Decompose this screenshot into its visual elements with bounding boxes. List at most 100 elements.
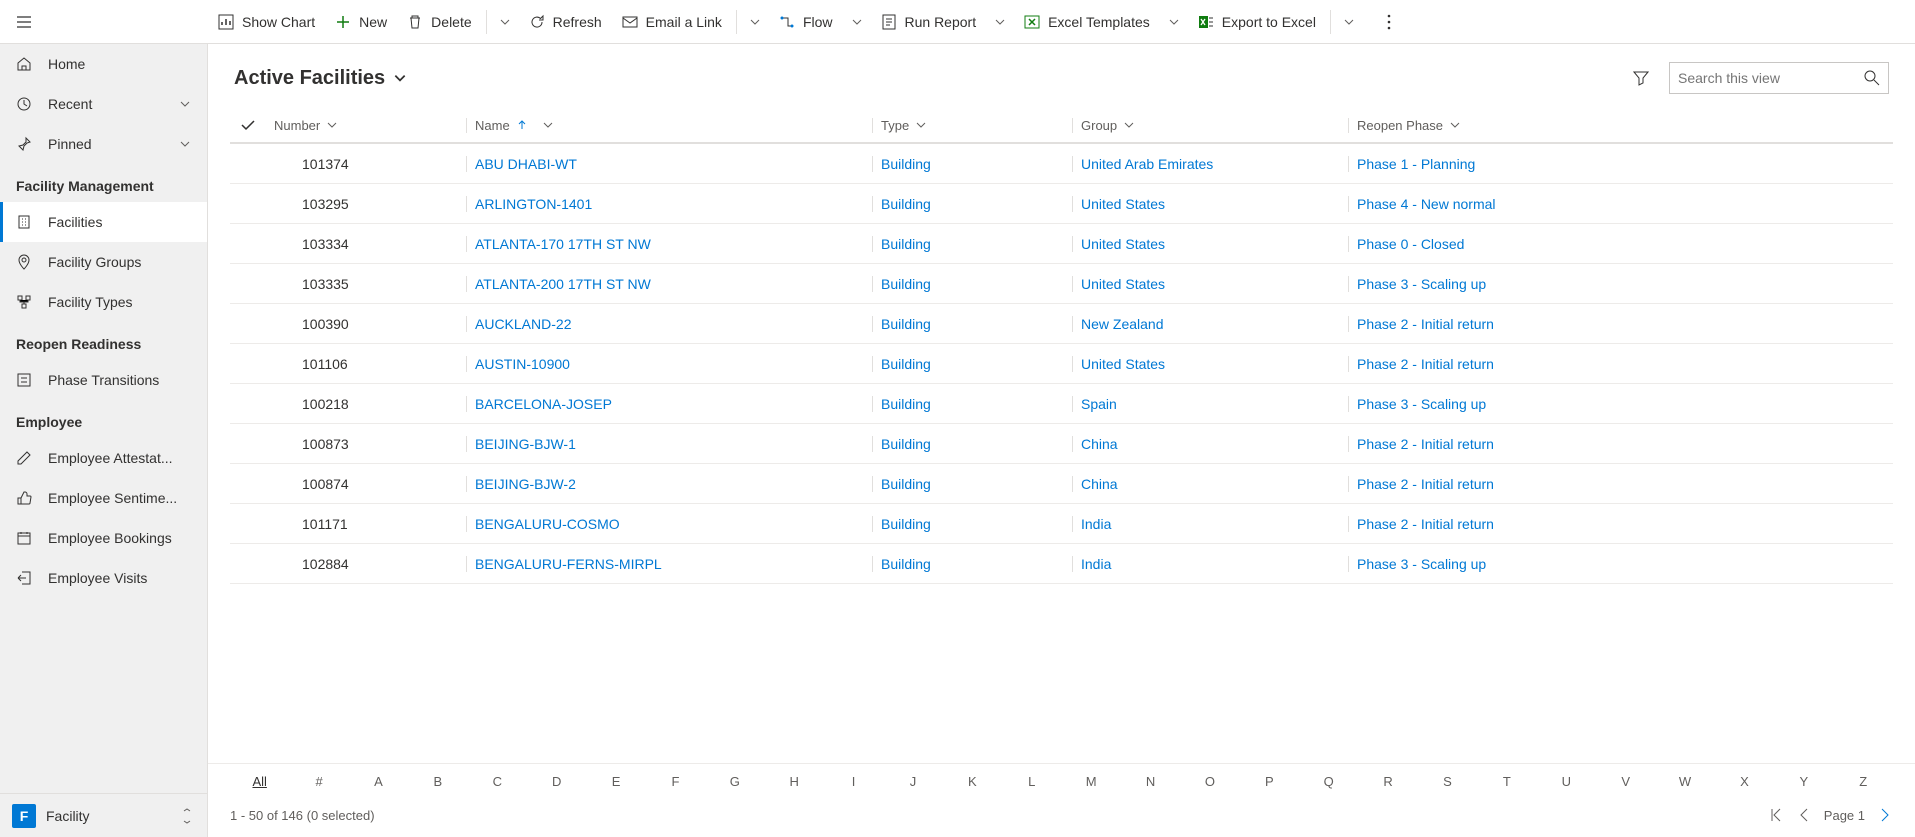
run-report-button[interactable]: Run Report: [871, 0, 987, 44]
cell-group-link[interactable]: Spain: [1072, 396, 1348, 412]
cell-phase-link[interactable]: Phase 2 - Initial return: [1348, 436, 1893, 452]
table-row[interactable]: 101106AUSTIN-10900BuildingUnited StatesP…: [230, 344, 1893, 384]
sidebar-item-recent[interactable]: Recent: [0, 84, 207, 124]
email-chevron[interactable]: [741, 0, 769, 44]
alpha-filter-f[interactable]: F: [646, 770, 705, 793]
flow-button[interactable]: Flow: [769, 0, 843, 44]
alpha-filter-v[interactable]: V: [1596, 770, 1655, 793]
alpha-filter-n[interactable]: N: [1121, 770, 1180, 793]
more-commands[interactable]: [1371, 0, 1407, 44]
sort-icon[interactable]: [179, 808, 195, 824]
sidebar-item-facility-types[interactable]: Facility Types: [0, 282, 207, 322]
table-row[interactable]: 102884BENGALURU-FERNS-MIRPLBuildingIndia…: [230, 544, 1893, 584]
new-button[interactable]: New: [325, 0, 397, 44]
alpha-filter-q[interactable]: Q: [1299, 770, 1358, 793]
cell-name-link[interactable]: BEIJING-BJW-1: [466, 436, 872, 452]
cell-name-link[interactable]: ATLANTA-170 17TH ST NW: [466, 236, 872, 252]
alpha-filter-i[interactable]: I: [824, 770, 883, 793]
alpha-filter-y[interactable]: Y: [1774, 770, 1833, 793]
flow-chevron[interactable]: [843, 0, 871, 44]
cell-group-link[interactable]: United States: [1072, 196, 1348, 212]
templates-chevron[interactable]: [1160, 0, 1188, 44]
alpha-filter-r[interactable]: R: [1358, 770, 1417, 793]
cell-phase-link[interactable]: Phase 2 - Initial return: [1348, 516, 1893, 532]
cell-type-link[interactable]: Building: [872, 516, 1072, 532]
sidebar-item-home[interactable]: Home: [0, 44, 207, 84]
alpha-filter-b[interactable]: B: [408, 770, 467, 793]
cell-group-link[interactable]: United Arab Emirates: [1072, 156, 1348, 172]
alpha-filter-l[interactable]: L: [1002, 770, 1061, 793]
table-row[interactable]: 100873BEIJING-BJW-1BuildingChinaPhase 2 …: [230, 424, 1893, 464]
cell-name-link[interactable]: BENGALURU-FERNS-MIRPL: [466, 556, 872, 572]
alpha-filter-m[interactable]: M: [1061, 770, 1120, 793]
cell-type-link[interactable]: Building: [872, 316, 1072, 332]
first-page-icon[interactable]: [1768, 807, 1784, 823]
column-header-number[interactable]: Number: [266, 118, 466, 133]
column-header-name[interactable]: Name: [466, 118, 872, 133]
sidebar-item-employee-sentiment[interactable]: Employee Sentime...: [0, 478, 207, 518]
cell-name-link[interactable]: ARLINGTON-1401: [466, 196, 872, 212]
export-excel-button[interactable]: Export to Excel: [1188, 0, 1326, 44]
alpha-filter-a[interactable]: A: [349, 770, 408, 793]
excel-templates-button[interactable]: Excel Templates: [1014, 0, 1160, 44]
cell-type-link[interactable]: Building: [872, 196, 1072, 212]
sidebar-item-facility-groups[interactable]: Facility Groups: [0, 242, 207, 282]
sidebar-item-employee-visits[interactable]: Employee Visits: [0, 558, 207, 598]
cell-phase-link[interactable]: Phase 2 - Initial return: [1348, 356, 1893, 372]
view-selector[interactable]: Active Facilities: [234, 67, 407, 90]
cell-type-link[interactable]: Building: [872, 156, 1072, 172]
delete-chevron[interactable]: [491, 0, 519, 44]
export-chevron[interactable]: [1335, 0, 1363, 44]
next-page-icon[interactable]: [1877, 807, 1893, 823]
table-row[interactable]: 103335ATLANTA-200 17TH ST NWBuildingUnit…: [230, 264, 1893, 304]
alpha-filter-all[interactable]: All: [230, 770, 289, 793]
alpha-filter-s[interactable]: S: [1418, 770, 1477, 793]
cell-group-link[interactable]: India: [1072, 556, 1348, 572]
cell-phase-link[interactable]: Phase 3 - Scaling up: [1348, 556, 1893, 572]
alpha-filter-c[interactable]: C: [468, 770, 527, 793]
cell-type-link[interactable]: Building: [872, 236, 1072, 252]
cell-group-link[interactable]: United States: [1072, 356, 1348, 372]
cell-group-link[interactable]: China: [1072, 476, 1348, 492]
alpha-filter-w[interactable]: W: [1655, 770, 1714, 793]
cell-phase-link[interactable]: Phase 0 - Closed: [1348, 236, 1893, 252]
report-chevron[interactable]: [986, 0, 1014, 44]
delete-button[interactable]: Delete: [397, 0, 481, 44]
cell-type-link[interactable]: Building: [872, 276, 1072, 292]
sidebar-item-employee-bookings[interactable]: Employee Bookings: [0, 518, 207, 558]
prev-page-icon[interactable]: [1796, 807, 1812, 823]
cell-phase-link[interactable]: Phase 1 - Planning: [1348, 156, 1893, 172]
alpha-filter-z[interactable]: Z: [1834, 770, 1893, 793]
refresh-button[interactable]: Refresh: [519, 0, 612, 44]
alpha-filter-p[interactable]: P: [1240, 770, 1299, 793]
cell-name-link[interactable]: ATLANTA-200 17TH ST NW: [466, 276, 872, 292]
sidebar-item-phase-transitions[interactable]: Phase Transitions: [0, 360, 207, 400]
cell-type-link[interactable]: Building: [872, 396, 1072, 412]
cell-type-link[interactable]: Building: [872, 556, 1072, 572]
cell-group-link[interactable]: China: [1072, 436, 1348, 452]
search-icon[interactable]: [1864, 70, 1880, 86]
filter-button[interactable]: [1625, 62, 1657, 94]
alpha-filter-h[interactable]: H: [765, 770, 824, 793]
table-row[interactable]: 101374ABU DHABI-WTBuildingUnited Arab Em…: [230, 144, 1893, 184]
alpha-filter-x[interactable]: X: [1715, 770, 1774, 793]
sidebar-item-facilities[interactable]: Facilities: [0, 202, 207, 242]
cell-type-link[interactable]: Building: [872, 356, 1072, 372]
cell-group-link[interactable]: New Zealand: [1072, 316, 1348, 332]
table-row[interactable]: 103334ATLANTA-170 17TH ST NWBuildingUnit…: [230, 224, 1893, 264]
cell-name-link[interactable]: AUSTIN-10900: [466, 356, 872, 372]
alpha-filter-j[interactable]: J: [883, 770, 942, 793]
column-header-phase[interactable]: Reopen Phase: [1348, 118, 1893, 133]
select-all-checkbox[interactable]: [230, 117, 266, 133]
cell-phase-link[interactable]: Phase 3 - Scaling up: [1348, 396, 1893, 412]
cell-group-link[interactable]: United States: [1072, 276, 1348, 292]
alpha-filter-u[interactable]: U: [1537, 770, 1596, 793]
column-header-group[interactable]: Group: [1072, 118, 1348, 133]
show-chart-button[interactable]: Show Chart: [208, 0, 325, 44]
alpha-filter-e[interactable]: E: [586, 770, 645, 793]
cell-phase-link[interactable]: Phase 4 - New normal: [1348, 196, 1893, 212]
cell-phase-link[interactable]: Phase 2 - Initial return: [1348, 316, 1893, 332]
table-row[interactable]: 101171BENGALURU-COSMOBuildingIndiaPhase …: [230, 504, 1893, 544]
table-row[interactable]: 100218BARCELONA-JOSEPBuildingSpainPhase …: [230, 384, 1893, 424]
search-box[interactable]: [1669, 62, 1889, 94]
